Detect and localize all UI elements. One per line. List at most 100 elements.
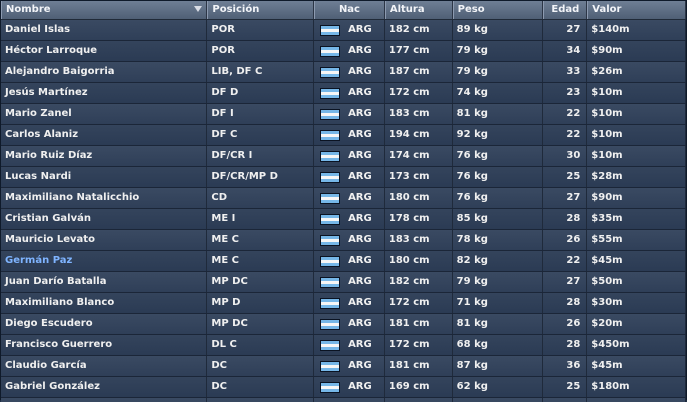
player-name[interactable]: Gabriel González — [1, 377, 208, 397]
player-name[interactable]: Jesús Martínez — [1, 83, 208, 103]
player-height: 180 cm — [385, 398, 453, 402]
table-row[interactable]: Carlos Alaniz DF C ARG 194 cm 92 kg 22 $10m — [1, 125, 686, 146]
table-row[interactable]: Daniel Islas POR ARG 182 cm 89 kg 27 $140m — [1, 20, 686, 41]
player-position: DC — [207, 356, 315, 376]
player-name[interactable]: Cristian Galván — [1, 209, 208, 229]
argentina-flag-icon — [320, 108, 341, 120]
nationality-code: ARG — [348, 318, 372, 329]
player-name[interactable]: Mario Ruiz Díaz — [1, 146, 208, 166]
player-name[interactable]: Héctor Larroque — [1, 41, 208, 61]
player-nationality: ARG — [314, 209, 385, 229]
player-position: MP D — [207, 293, 315, 313]
player-value: $10m — [587, 125, 686, 145]
player-age: 33 — [543, 62, 588, 82]
col-header-age[interactable]: Edad — [543, 1, 588, 19]
player-position: DC — [207, 377, 315, 397]
player-name[interactable]: Claudio García — [1, 356, 208, 376]
table-row[interactable]: Lucas Nardi DF/CR/MP D ARG 173 cm 76 kg 25 $28… — [1, 167, 686, 188]
argentina-flag-icon — [320, 381, 341, 393]
player-nationality: ARG — [314, 314, 385, 334]
player-nationality: ARG — [314, 167, 385, 187]
player-name[interactable]: Maximiliano Blanco — [1, 293, 208, 313]
player-name[interactable]: Francisco Guerrero — [1, 335, 208, 355]
player-nationality: ARG — [314, 146, 385, 166]
player-height: 174 cm — [385, 146, 453, 166]
nationality-code: ARG — [348, 192, 372, 203]
player-name[interactable]: Germán Paz — [1, 251, 208, 271]
col-header-nationality[interactable]: Nac — [314, 1, 385, 19]
player-age: 22 — [543, 104, 588, 124]
player-value: $90m — [587, 188, 686, 208]
player-height: 181 cm — [385, 356, 453, 376]
argentina-flag-icon — [320, 171, 341, 183]
player-height: 183 cm — [385, 104, 453, 124]
player-height: 183 cm — [385, 230, 453, 250]
player-value: $10m — [587, 146, 686, 166]
player-nationality: ARG — [314, 272, 385, 292]
player-height: 187 cm — [385, 62, 453, 82]
player-nationality: ARG — [314, 125, 385, 145]
player-age: 28 — [543, 209, 588, 229]
player-weight: 81 kg — [453, 314, 544, 334]
argentina-flag-icon — [320, 192, 341, 204]
col-header-name[interactable]: Nombre — [1, 1, 208, 19]
col-header-position[interactable]: Posición — [207, 1, 315, 19]
player-height: 194 cm — [385, 125, 453, 145]
player-weight: 74 kg — [453, 83, 544, 103]
player-name[interactable]: Diego Escudero — [1, 314, 208, 334]
player-name[interactable]: Daniel Islas — [1, 20, 208, 40]
player-name[interactable]: Pablo Islas — [1, 398, 208, 402]
player-nationality: ARG — [314, 356, 385, 376]
player-height: 172 cm — [385, 83, 453, 103]
player-height: 180 cm — [385, 188, 453, 208]
player-height: 180 cm — [385, 251, 453, 271]
table-row[interactable]: Cristian Galván ME I ARG 178 cm 85 kg 28 $35m — [1, 209, 686, 230]
player-value: $20m — [587, 314, 686, 334]
table-row[interactable]: Gabriel González DC ARG 169 cm 62 kg 25 $180m — [1, 377, 686, 398]
table-row[interactable]: Mario Ruiz Díaz DF/CR I ARG 174 cm 76 kg 30 $1… — [1, 146, 686, 167]
argentina-flag-icon — [320, 87, 341, 99]
nationality-code: ARG — [348, 24, 372, 35]
player-weight: 81 kg — [453, 104, 544, 124]
player-name[interactable]: Carlos Alaniz — [1, 125, 208, 145]
nationality-code: ARG — [348, 297, 372, 308]
player-value: $35m — [587, 209, 686, 229]
player-weight: 79 kg — [453, 41, 544, 61]
player-weight: 76 kg — [453, 167, 544, 187]
col-header-value[interactable]: Valor — [587, 1, 686, 19]
table-row[interactable]: Jesús Martínez DF D ARG 172 cm 74 kg 23 $10m — [1, 83, 686, 104]
table-row[interactable]: Claudio García DC ARG 181 cm 87 kg 36 $45m — [1, 356, 686, 377]
table-row[interactable]: Pablo IslasDC ARG 180 cm75 kg27$900m — [1, 398, 686, 402]
player-name[interactable]: Alejandro Baigorria — [1, 62, 208, 82]
table-row[interactable]: Germán Paz ME C ARG 180 cm 82 kg 22 $45m — [1, 251, 686, 272]
player-weight: 71 kg — [453, 293, 544, 313]
player-weight: 76 kg — [453, 188, 544, 208]
player-position: POR — [207, 20, 315, 40]
player-value: $90m — [587, 41, 686, 61]
col-header-height[interactable]: Altura — [384, 1, 453, 19]
player-nationality: ARG — [314, 41, 385, 61]
table-row[interactable]: Mauricio Levato ME C ARG 183 cm 78 kg 26 $55m — [1, 230, 686, 251]
player-weight: 89 kg — [453, 20, 544, 40]
nationality-code: ARG — [348, 129, 372, 140]
table-row[interactable]: Mario Zanel DF I ARG 183 cm 81 kg 22 $10m — [1, 104, 686, 125]
table-row[interactable]: Alejandro Baigorria LIB, DF C ARG 187 cm 79 … — [1, 62, 686, 83]
table-row[interactable]: Diego Escudero MP DC ARG 181 cm 81 kg 26 $20m — [1, 314, 686, 335]
table-row[interactable]: Maximiliano Blanco MP D ARG 172 cm 71 kg 28 $3… — [1, 293, 686, 314]
player-nationality: ARG — [314, 62, 385, 82]
col-header-weight[interactable]: Peso — [452, 1, 544, 19]
table-row[interactable]: Maximiliano Natalicchio CD ARG 180 cm 76 kg 2… — [1, 188, 686, 209]
player-age: 27 — [543, 188, 588, 208]
player-name[interactable]: Lucas Nardi — [1, 167, 208, 187]
player-name[interactable]: Maximiliano Natalicchio — [1, 188, 208, 208]
player-position: LIB, DF C — [207, 62, 315, 82]
table-row[interactable]: Héctor Larroque POR ARG 177 cm 79 kg 34 $90m — [1, 41, 686, 62]
nationality-code: ARG — [348, 255, 372, 266]
player-name[interactable]: Mario Zanel — [1, 104, 208, 124]
table-row[interactable]: Francisco Guerrero DL C ARG 172 cm 68 kg 28 $4… — [1, 335, 686, 356]
player-name[interactable]: Juan Darío Batalla — [1, 272, 208, 292]
table-row[interactable]: Juan Darío Batalla MP DC ARG 182 cm 79 kg 27 $… — [1, 272, 686, 293]
player-name[interactable]: Mauricio Levato — [1, 230, 208, 250]
player-weight: 92 kg — [453, 125, 544, 145]
player-position: DL C — [207, 335, 315, 355]
